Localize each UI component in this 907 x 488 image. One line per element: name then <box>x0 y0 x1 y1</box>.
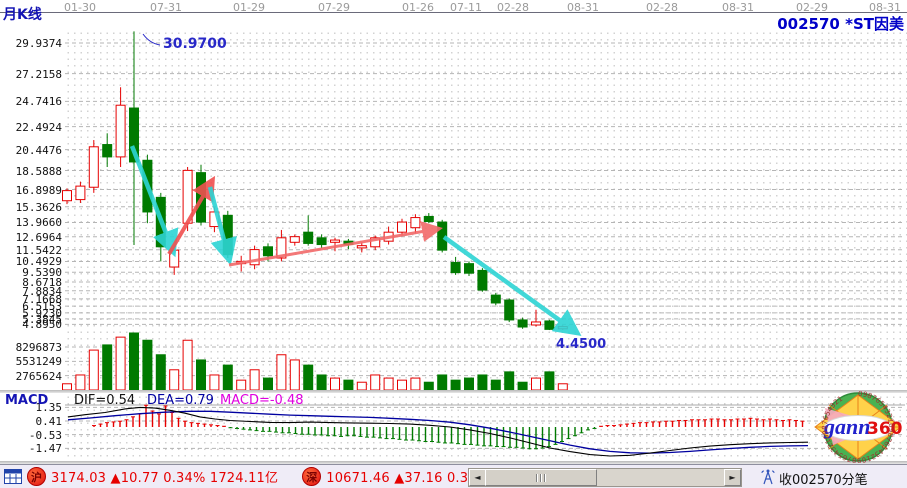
price-axis-label: 22.4924 <box>0 121 62 134</box>
date-axis-rule <box>0 12 907 13</box>
stock-chart-app: 月K线 01-3007-3101-2907-2901-2607-1102-280… <box>0 0 907 488</box>
antenna-icon <box>761 468 775 486</box>
price-axis-label: 4.8950 <box>0 318 62 331</box>
volume-axis-label: 8296873 <box>0 341 62 354</box>
macd-dea-value: DEA=0.79 <box>147 393 214 408</box>
shenzhen-badge-icon[interactable]: 深 <box>302 467 321 486</box>
volume-axis-label: 2765624 <box>0 370 62 383</box>
price-volume-grid[interactable] <box>65 30 907 390</box>
status-bar: 沪 3174.03 ▲10.77 0.34% 1724.11亿 深 10671.… <box>0 464 907 488</box>
shanghai-badge-icon[interactable]: 沪 <box>27 467 46 486</box>
stock-title: 002570 *ST因美 <box>777 13 904 34</box>
stock-code: 002570 <box>777 15 840 33</box>
macd-axis-label: -0.53 <box>0 429 62 442</box>
scroll-left-button[interactable]: ◄ <box>469 469 486 486</box>
grid-table-icon[interactable] <box>4 469 22 484</box>
price-axis-label: 12.6964 <box>0 231 62 244</box>
price-axis-label: 24.7416 <box>0 95 62 108</box>
macd-dif-value: DIF=0.54 <box>74 393 135 408</box>
macd-indicator-label[interactable]: MACD <box>5 393 48 408</box>
price-axis-label: 20.4476 <box>0 144 62 157</box>
volume-axis-label: 5531249 <box>0 355 62 368</box>
macd-axis-label: -1.47 <box>0 442 62 455</box>
price-axis-label: 29.9374 <box>0 37 62 50</box>
price-axis-label: 13.9660 <box>0 216 62 229</box>
price-axis-label: 18.5888 <box>0 165 62 178</box>
stock-name: *ST因美 <box>845 15 904 33</box>
scroll-right-button[interactable]: ► <box>724 469 741 486</box>
price-axis-label: 27.2158 <box>0 68 62 81</box>
macd-macd-value: MACD=-0.48 <box>220 393 304 408</box>
chart-period-label[interactable]: 月K线 <box>3 4 42 24</box>
gann360-logo[interactable]: gann 360 0987654321098765432109876543210… <box>811 391 906 463</box>
macd-header: MACD DIF=0.54 DEA=0.79 MACD=-0.48 <box>0 393 907 406</box>
price-axis-label: 15.3626 <box>0 201 62 214</box>
logo-360-text: 360 <box>867 419 903 439</box>
scrollbar-thumb[interactable] <box>485 469 597 486</box>
price-axis-label: 16.8989 <box>0 184 62 197</box>
macd-axis-label: 0.41 <box>0 415 62 428</box>
shanghai-index-text: 3174.03 ▲10.77 0.34% 1724.11亿 <box>51 467 278 486</box>
tick-chart-link[interactable]: 收002570分笔 <box>779 469 868 488</box>
horizontal-scrollbar[interactable]: ◄ ► <box>468 468 742 487</box>
